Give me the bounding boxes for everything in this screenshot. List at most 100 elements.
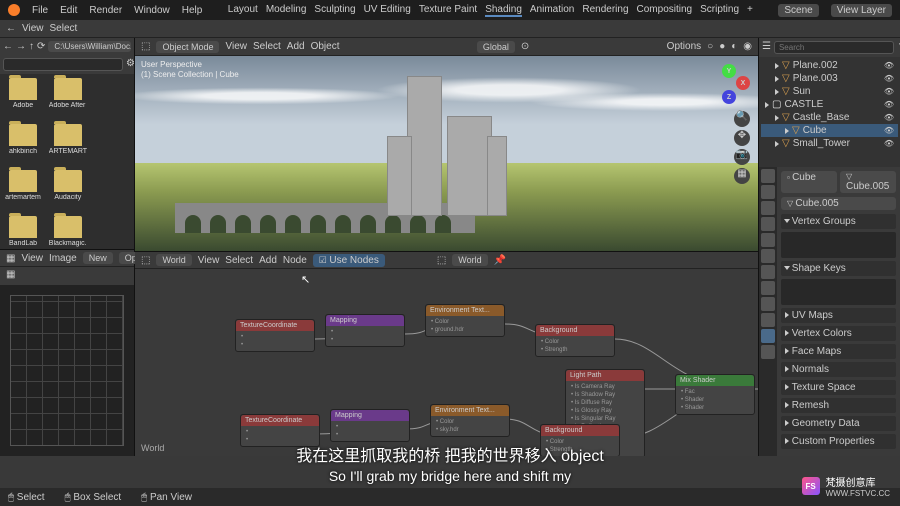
tab-mesh-icon[interactable] <box>761 329 775 343</box>
ne-view[interactable]: View <box>198 255 220 266</box>
tab-rendering[interactable]: Rendering <box>582 4 628 17</box>
menu-view[interactable]: View <box>22 23 44 34</box>
file-search-input[interactable] <box>3 58 123 71</box>
nav-up-icon[interactable]: ↑ <box>29 41 34 52</box>
tab-scene-icon[interactable] <box>761 217 775 231</box>
tab-modeling[interactable]: Modeling <box>266 4 307 17</box>
nav-gizmo[interactable]: X Y Z <box>710 64 750 104</box>
use-nodes-toggle[interactable]: ☑ Use Nodes <box>313 254 385 267</box>
node-editor-area[interactable]: TextureCoordinate• • Mapping• • Environm… <box>135 269 758 456</box>
tab-material-icon[interactable] <box>761 345 775 359</box>
panel-face-maps[interactable]: Face Maps <box>781 344 896 359</box>
shading-solid-icon[interactable]: ● <box>719 41 725 52</box>
shader-node[interactable]: Environment Text...• Color• sky.hdr <box>430 404 510 437</box>
snap-icon[interactable]: ⊙ <box>521 41 529 52</box>
tab-object-icon[interactable] <box>761 249 775 263</box>
tab-uv[interactable]: UV Editing <box>364 4 411 17</box>
tab-render-icon[interactable] <box>761 169 775 183</box>
shader-type-select[interactable]: World <box>156 254 191 266</box>
zoom-icon[interactable]: 🔍 <box>734 111 750 127</box>
folder-item[interactable]: Adobe <box>4 78 42 120</box>
ie-view[interactable]: View <box>21 253 43 264</box>
menu-render[interactable]: Render <box>89 5 122 16</box>
editor-type-icon[interactable]: ▦ <box>6 253 15 264</box>
scene-select[interactable]: Scene <box>778 4 818 17</box>
ie-new-button[interactable]: New <box>83 252 113 264</box>
move-icon[interactable]: ✥ <box>734 130 750 146</box>
outliner-tree[interactable]: ▽ Plane.002👁 ▽ Plane.003👁 ▽ Sun👁 ▢ CASTL… <box>759 57 900 167</box>
tab-view-icon[interactable] <box>761 201 775 215</box>
shader-node[interactable]: Mix Shader• Fac• Shader• Shader <box>675 374 755 415</box>
outliner-item[interactable]: ▽ Sun👁 <box>761 85 898 98</box>
folder-item[interactable]: Audacity <box>49 170 87 212</box>
viewport-3d[interactable]: User Perspective (1) Scene Collection | … <box>135 56 758 251</box>
tab-animation[interactable]: Animation <box>530 4 574 17</box>
menu-window[interactable]: Window <box>134 5 170 16</box>
panel-remesh[interactable]: Remesh <box>781 398 896 413</box>
world-datablock[interactable]: World <box>452 254 487 266</box>
panel-texture-space[interactable]: Texture Space <box>781 380 896 395</box>
file-filter-icon[interactable]: ⚙ <box>126 58 135 71</box>
tab-output-icon[interactable] <box>761 185 775 199</box>
menu-file[interactable]: File <box>32 5 48 16</box>
file-path-field[interactable]: C:\Users\William\Doc... <box>48 41 131 52</box>
folder-item[interactable]: ARTEMARTEM <box>49 124 87 166</box>
ne-node[interactable]: Node <box>283 255 307 266</box>
pin-icon[interactable]: 📌 <box>494 255 506 266</box>
editor-type-icon[interactable]: ⬚ <box>141 41 150 52</box>
folder-item[interactable]: Blackmagic... <box>49 216 87 249</box>
shader-node[interactable]: Mapping• • <box>330 409 410 442</box>
vp-object[interactable]: Object <box>311 41 340 52</box>
ne-select[interactable]: Select <box>225 255 253 266</box>
viewlayer-select[interactable]: View Layer <box>831 4 892 17</box>
tab-scripting[interactable]: Scripting <box>700 4 739 17</box>
shape-keys-list[interactable] <box>781 279 896 305</box>
menu-edit[interactable]: Edit <box>60 5 77 16</box>
shader-node[interactable]: Environment Text...• Color• ground.hdr <box>425 304 505 337</box>
outliner-item[interactable]: ▽ Small_Tower👁 <box>761 137 898 150</box>
shading-wire-icon[interactable]: ○ <box>707 41 713 52</box>
folder-item[interactable]: ahkbinch <box>4 124 42 166</box>
panel-vertex-colors[interactable]: Vertex Colors <box>781 326 896 341</box>
panel-vertex-groups[interactable]: Vertex Groups <box>781 214 896 229</box>
editor-type-icon[interactable]: ⬚ <box>141 255 150 266</box>
outliner-item[interactable]: ▽ Plane.003👁 <box>761 72 898 85</box>
vp-select[interactable]: Select <box>253 41 281 52</box>
ie-image[interactable]: Image <box>49 253 77 264</box>
datablock-field[interactable]: ▽ Cube.005 <box>781 197 896 210</box>
outliner-item[interactable]: ▽ Plane.002👁 <box>761 59 898 72</box>
outliner-item[interactable]: ▽ Cube👁 <box>761 124 898 137</box>
mode-select[interactable]: Object Mode <box>156 41 219 53</box>
tab-texpaint[interactable]: Texture Paint <box>419 4 477 17</box>
options-menu[interactable]: Options <box>667 41 701 52</box>
outliner-item[interactable]: ▽ Castle_Base👁 <box>761 111 898 124</box>
tab-physics-icon[interactable] <box>761 297 775 311</box>
tab-sculpting[interactable]: Sculpting <box>314 4 355 17</box>
uv-select-icon[interactable]: ▦ <box>6 269 15 280</box>
tab-layout[interactable]: Layout <box>228 4 258 17</box>
folder-item[interactable]: BandLab <box>4 216 42 249</box>
tab-world-icon[interactable] <box>761 233 775 247</box>
object-name-field[interactable]: ▫ Cube <box>781 171 837 193</box>
panel-shape-keys[interactable]: Shape Keys <box>781 261 896 276</box>
slot-icon[interactable]: ⬚ <box>437 255 446 266</box>
nav-fwd-icon[interactable]: → <box>16 41 26 52</box>
panel-uv-maps[interactable]: UV Maps <box>781 308 896 323</box>
folder-item[interactable]: artemartem <box>4 170 42 212</box>
camera-icon[interactable]: 📷 <box>734 149 750 165</box>
menu-help[interactable]: Help <box>182 5 203 16</box>
shader-node[interactable]: TextureCoordinate• • <box>235 319 315 352</box>
menu-select[interactable]: Select <box>50 23 78 34</box>
outliner-item[interactable]: ▢ CASTLE👁 <box>761 98 898 111</box>
data-name-field[interactable]: ▽ Cube.005 <box>840 171 896 193</box>
tab-shading[interactable]: Shading <box>485 4 522 17</box>
shader-node[interactable]: Background• Color• Strength <box>535 324 615 357</box>
uv-editor-area[interactable] <box>0 285 134 456</box>
tab-particle-icon[interactable] <box>761 281 775 295</box>
outliner-type-icon[interactable]: ☰ <box>762 41 771 54</box>
tab-constraint-icon[interactable] <box>761 313 775 327</box>
shading-matcap-icon[interactable]: ◐ <box>731 41 737 52</box>
nav-back-icon[interactable]: ← <box>3 41 13 52</box>
shader-node[interactable]: Mapping• • <box>325 314 405 347</box>
vp-add[interactable]: Add <box>287 41 305 52</box>
